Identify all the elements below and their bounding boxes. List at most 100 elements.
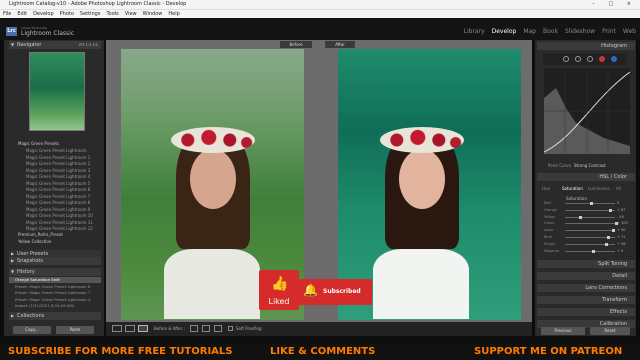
module-develop[interactable]: Develop [492, 28, 517, 35]
history-item[interactable]: Orange Saturation Shift [9, 277, 101, 283]
module-book[interactable]: Book [543, 28, 558, 35]
slider-blue[interactable] [565, 236, 615, 239]
menu-develop[interactable]: Develop [33, 11, 54, 17]
module-slideshow[interactable]: Slideshow [565, 28, 595, 35]
copy-button[interactable]: Copy... [13, 326, 51, 334]
paste-button[interactable]: Paste [56, 326, 94, 334]
menu-edit[interactable]: Edit [17, 11, 27, 17]
preset-item[interactable]: Magic Green Preset Lightroom 4 [26, 174, 90, 179]
panel-detail[interactable]: Detail [537, 272, 635, 280]
histogram-header[interactable]: Histogram [537, 42, 635, 50]
history-item[interactable]: Preset: Magic Green Preset Lightroom 4 [9, 297, 101, 303]
slider-knob[interactable] [607, 236, 610, 239]
history-item[interactable]: Import (7/21/2021 8:34:29 AM) [9, 303, 101, 309]
module-library[interactable]: Library [464, 28, 485, 35]
slider-value-magenta[interactable]: + 5 [617, 249, 623, 253]
slider-magenta[interactable] [565, 249, 615, 253]
preset-item[interactable]: Magic Green Preset Lightroom 10 [26, 213, 93, 218]
slider-knob[interactable] [605, 242, 608, 246]
slider-knob[interactable] [612, 229, 615, 233]
module-map[interactable]: Map [523, 28, 536, 35]
navigator-header[interactable]: ▼ Navigator FIT 1:1 3:1 [9, 41, 101, 49]
module-print[interactable]: Print [602, 28, 616, 35]
slider-value-blue[interactable]: + 71 [617, 235, 626, 239]
before-after-label: Before & After : [154, 326, 185, 331]
red-eye-icon[interactable] [587, 56, 593, 62]
menu-settings[interactable]: Settings [80, 11, 101, 17]
slider-aqua[interactable] [565, 229, 615, 233]
swap-icon[interactable] [190, 325, 198, 332]
menu-photo[interactable]: Photo [60, 11, 74, 17]
preset-item[interactable]: Magic Green Preset Lightroom 1 [26, 155, 90, 160]
preset-group[interactable]: Premium_Retro_Preset [18, 232, 63, 237]
preset-item[interactable]: Magic Green Preset Lightroom 11 [26, 220, 93, 225]
before-after-view-icon[interactable] [138, 325, 148, 332]
preset-item[interactable]: Magic Green Preset Lightroom 6 [26, 187, 90, 192]
hsl-tab-luminance[interactable]: Luminance [588, 186, 610, 191]
copy-after-icon[interactable] [214, 325, 222, 332]
panel-lens-corrections[interactable]: Lens Corrections [537, 284, 635, 292]
snapshots-header[interactable]: ▶ Snapshots [9, 257, 101, 265]
preset-item[interactable]: Magic Green Preset Lightroom 8 [26, 200, 90, 205]
preset-group[interactable]: Yellow Collection [18, 239, 51, 244]
slider-purple[interactable] [565, 242, 615, 246]
navigator-zoom[interactable]: FIT 1:1 3:1 [79, 41, 98, 49]
graduated-filter-icon[interactable] [599, 56, 605, 62]
preset-group-magic-green[interactable]: Magic Green Presets [18, 141, 59, 146]
slider-value-purple[interactable]: + 58 [617, 242, 626, 246]
copy-before-icon[interactable] [202, 325, 210, 332]
radial-filter-icon[interactable] [611, 56, 617, 62]
slider-green[interactable] [565, 222, 618, 226]
slider-red[interactable] [565, 202, 615, 205]
history-header[interactable]: ▼ History [9, 268, 101, 276]
hsl-tab-all[interactable]: All [616, 186, 621, 191]
slider-value-red[interactable]: 0 [617, 201, 619, 205]
soft-proofing-checkbox[interactable] [228, 326, 233, 331]
menu-window[interactable]: Window [143, 11, 163, 17]
collections-header[interactable]: ▶ Collections [9, 312, 101, 320]
history-item[interactable]: Preset: Magic Green Preset Lightroom 6 [9, 284, 101, 290]
menu-file[interactable]: File [3, 11, 11, 17]
slider-knob[interactable] [590, 202, 593, 205]
slider-orange[interactable] [565, 208, 615, 212]
compare-view-icon[interactable] [125, 325, 135, 332]
like-button[interactable]: 👍 Liked [259, 270, 299, 310]
preset-item[interactable]: Magic Green Preset Lightroom 2 [26, 161, 90, 166]
strong-contrast-dropdown[interactable]: Strong Contrast [574, 163, 606, 168]
subscribed-button[interactable]: 🔔 Subscribed [297, 279, 372, 305]
panel-split-toning[interactable]: Split Toning [537, 260, 635, 268]
hsl-tab-saturation[interactable]: Saturation [562, 186, 583, 191]
crop-icon[interactable] [563, 56, 569, 62]
slider-value-green[interactable]: + 100 [617, 221, 628, 225]
slider-value-yellow[interactable]: - 40 [617, 215, 624, 219]
preset-item[interactable]: Magic Green Preset Lightroom 12 [26, 226, 93, 231]
preset-item[interactable]: Magic Green Preset Lightroom [26, 148, 86, 153]
loupe-view-icon[interactable] [112, 325, 122, 332]
navigator-thumbnail[interactable] [29, 52, 85, 131]
preset-item[interactable]: Magic Green Preset Lightroom 9 [26, 207, 90, 212]
slider-knob[interactable] [592, 249, 595, 253]
preset-item[interactable]: Magic Green Preset Lightroom 7 [26, 194, 90, 199]
panel-transform[interactable]: Transform [537, 296, 635, 304]
slider-knob[interactable] [579, 215, 582, 219]
tone-curve-graph[interactable] [544, 68, 630, 154]
hsl-header[interactable]: HSL / Color [537, 173, 635, 181]
preset-item[interactable]: Magic Green Preset Lightroom 3 [26, 168, 90, 173]
slider-value-aqua[interactable]: + 90 [617, 228, 626, 232]
menu-help[interactable]: Help [168, 11, 179, 17]
hsl-tab-hue[interactable]: Hue [542, 186, 550, 191]
menu-tools[interactable]: Tools [106, 11, 118, 17]
module-web[interactable]: Web [623, 28, 636, 35]
window-title: Lightroom Catalog-v10 - Adobe Photoshop … [9, 1, 187, 7]
reset-button[interactable]: Reset [590, 327, 630, 335]
slider-knob[interactable] [609, 208, 612, 212]
history-item[interactable]: Preset: Magic Green Preset Lightroom 7 [9, 290, 101, 296]
spot-removal-icon[interactable] [575, 56, 581, 62]
previous-button[interactable]: Previous [541, 327, 585, 335]
menu-view[interactable]: View [125, 11, 137, 17]
slider-value-orange[interactable]: + 87 [617, 208, 626, 212]
panel-effects[interactable]: Effects [537, 308, 635, 316]
slider-yellow[interactable] [565, 215, 615, 219]
window-controls[interactable]: – □ × [592, 0, 637, 9]
preset-item[interactable]: Magic Green Preset Lightroom 5 [26, 181, 90, 186]
